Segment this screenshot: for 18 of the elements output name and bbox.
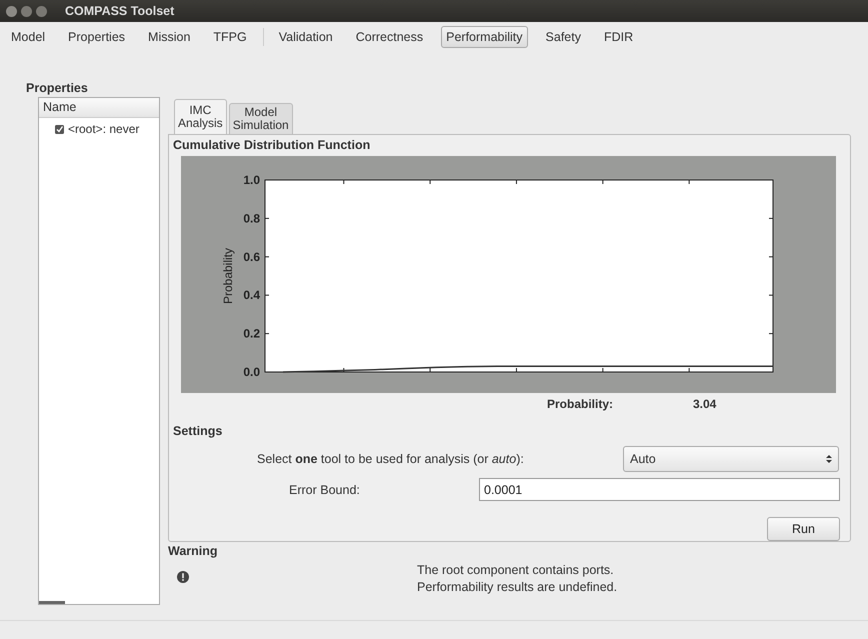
y-tick-label: 0.8 (243, 211, 260, 226)
result-value: 3.04 (693, 397, 716, 411)
section-title: Properties (26, 81, 89, 95)
warning-message: The root component contains ports. Performability results are undefined. (417, 562, 618, 596)
y-tick-label: 1.0 (243, 173, 260, 187)
section-title: Cumulative Distribution Function (173, 138, 372, 152)
y-tick-label: 0.4 (243, 288, 260, 302)
section-title: Settings (173, 424, 224, 438)
section-title: Warning (168, 544, 219, 558)
y-tick-label: 0.0 (243, 365, 260, 379)
y-tick-label: 0.6 (243, 250, 260, 264)
error-bound-label: Error Bound: (289, 482, 361, 496)
window-title: COMPASS Toolset (65, 4, 174, 18)
result-label: Probability: (547, 397, 614, 411)
tool-label: Select one tool to be used for analysis (or auto): (257, 452, 525, 466)
y-tick-label: 0.2 (243, 326, 260, 341)
y-axis-label: Probability (221, 248, 235, 304)
column-header: Name (39, 98, 159, 118)
